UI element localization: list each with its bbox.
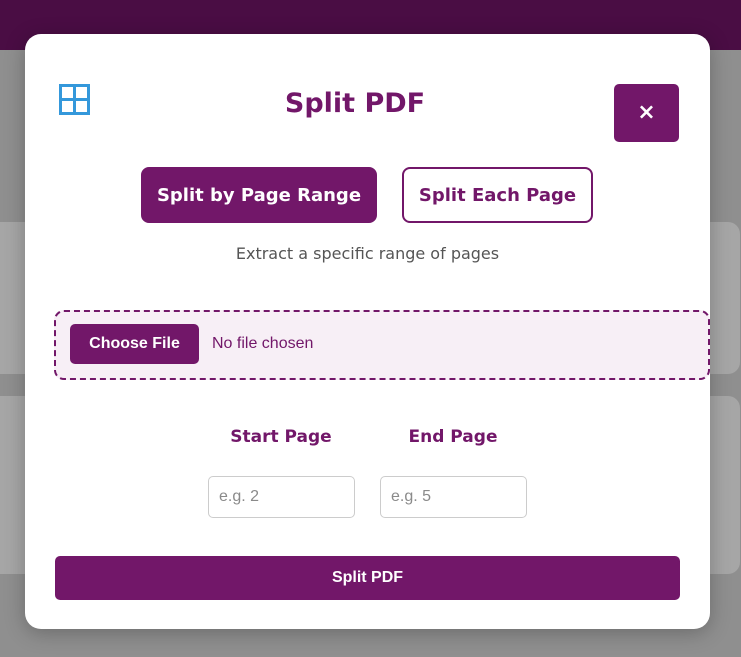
dialog-title: Split PDF xyxy=(284,88,426,119)
file-drop-zone[interactable]: Choose File No file chosen xyxy=(54,310,710,380)
close-button[interactable]: × xyxy=(614,84,679,142)
split-pdf-dialog: Split PDF × Split by Page Range Split Ea… xyxy=(25,34,710,629)
end-page-label: End Page xyxy=(408,427,498,447)
choose-file-button[interactable]: Choose File xyxy=(70,324,199,364)
split-each-page-button[interactable]: Split Each Page xyxy=(402,167,593,223)
split-by-range-button[interactable]: Split by Page Range xyxy=(141,167,377,223)
split-pdf-submit-button[interactable]: Split PDF xyxy=(55,556,680,600)
start-page-label: Start Page xyxy=(230,427,332,447)
end-page-input[interactable] xyxy=(380,476,527,518)
start-page-input[interactable] xyxy=(208,476,355,518)
file-status-text: No file chosen xyxy=(212,335,314,352)
mode-description: Extract a specific range of pages xyxy=(235,244,500,263)
